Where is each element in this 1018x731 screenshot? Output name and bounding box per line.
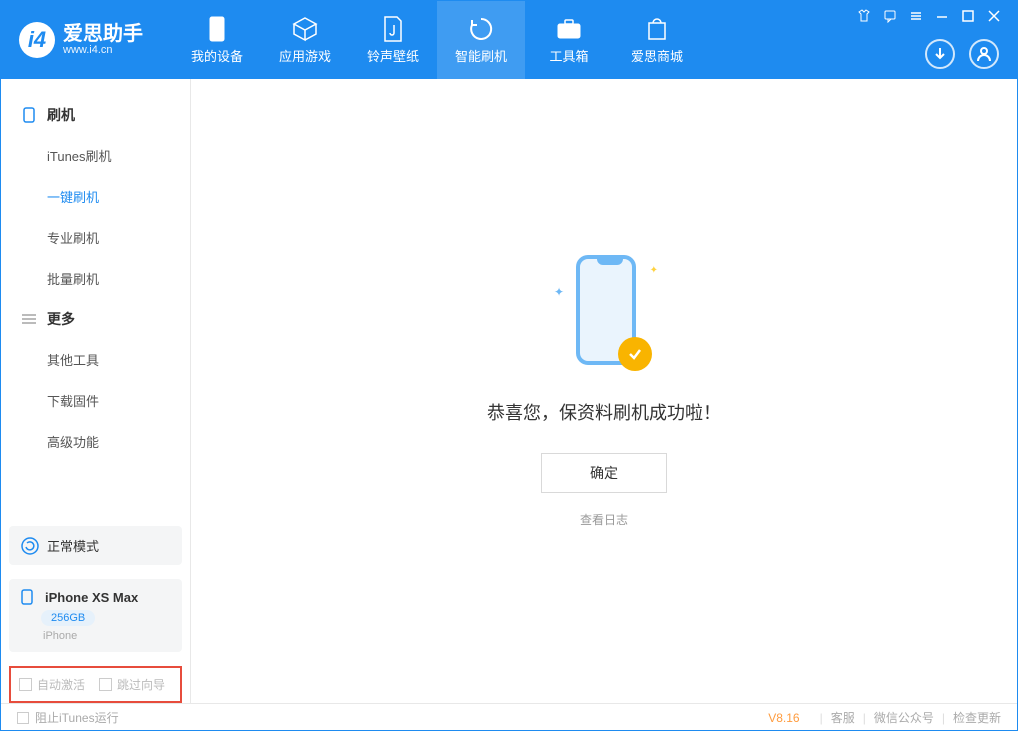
nav-tabs: 我的设备 应用游戏 铃声壁纸 智能刷机 工具箱 爱思商城 (173, 1, 701, 79)
tab-smart-flash[interactable]: 智能刷机 (437, 1, 525, 79)
checkbox-label: 跳过向导 (117, 676, 165, 693)
checkbox-icon (17, 712, 29, 724)
tab-toolbox[interactable]: 工具箱 (525, 1, 613, 79)
check-badge-icon (618, 337, 652, 371)
version-label: V8.16 (768, 711, 799, 725)
sidebar-item-itunes-flash[interactable]: iTunes刷机 (1, 135, 190, 176)
feedback-icon[interactable] (881, 7, 899, 25)
refresh-circle-icon (21, 537, 39, 555)
logo-section: i4 爱思助手 www.i4.cn (19, 22, 143, 58)
status-bar: 阻止iTunes运行 V8.16 | 客服 | 微信公众号 | 检查更新 (1, 703, 1017, 731)
phone-small-icon (21, 589, 37, 605)
status-text: 正常模式 (47, 536, 99, 555)
tab-apps-games[interactable]: 应用游戏 (261, 1, 349, 79)
view-log-link[interactable]: 查看日志 (580, 511, 628, 528)
sidebar-section-more[interactable]: 更多 (1, 299, 190, 339)
sidebar: 刷机 iTunes刷机 一键刷机 专业刷机 批量刷机 更多 其他工具 下载固件 … (1, 79, 191, 703)
device-storage-badge: 256GB (41, 610, 95, 626)
refresh-shield-icon (468, 16, 494, 42)
section-title: 更多 (47, 309, 75, 329)
tab-my-device[interactable]: 我的设备 (173, 1, 261, 79)
device-icon (204, 16, 230, 42)
section-title: 刷机 (47, 105, 75, 125)
checkbox-icon (19, 678, 32, 691)
checkbox-label: 自动激活 (37, 676, 85, 693)
maximize-button[interactable] (959, 7, 977, 25)
music-file-icon (380, 16, 406, 42)
footer-link-support[interactable]: 客服 (831, 709, 855, 726)
tab-label: 我的设备 (191, 46, 243, 65)
minimize-button[interactable] (933, 7, 951, 25)
tshirt-icon[interactable] (855, 7, 873, 25)
main-content: ✦ ✦ 恭喜您，保资料刷机成功啦！ 确定 查看日志 (191, 79, 1017, 703)
sparkle-icon: ✦ (554, 285, 564, 299)
header-circle-buttons (925, 39, 999, 69)
sidebar-item-oneclick-flash[interactable]: 一键刷机 (1, 176, 190, 217)
checkbox-icon (99, 678, 112, 691)
footer-link-update[interactable]: 检查更新 (953, 709, 1001, 726)
sidebar-item-advanced[interactable]: 高级功能 (1, 421, 190, 462)
app-logo-icon: i4 (19, 22, 55, 58)
flash-options-row: 自动激活 跳过向导 (9, 666, 182, 703)
download-button[interactable] (925, 39, 955, 69)
sparkle-icon: ✦ (650, 265, 658, 276)
app-title: 爱思助手 (63, 24, 143, 44)
app-subtitle: www.i4.cn (63, 44, 143, 56)
device-name: iPhone XS Max (45, 590, 138, 605)
success-message: 恭喜您，保资料刷机成功啦！ (487, 399, 721, 425)
list-icon (21, 311, 37, 327)
menu-icon[interactable] (907, 7, 925, 25)
tab-store[interactable]: 爱思商城 (613, 1, 701, 79)
phone-icon (21, 107, 37, 123)
block-itunes-label: 阻止iTunes运行 (35, 709, 119, 726)
ok-button[interactable]: 确定 (541, 453, 667, 493)
close-button[interactable] (985, 7, 1003, 25)
device-card[interactable]: iPhone XS Max 256GB iPhone (9, 579, 182, 652)
tab-label: 爱思商城 (631, 46, 683, 65)
cube-icon (292, 16, 318, 42)
tab-label: 智能刷机 (455, 46, 507, 65)
block-itunes-checkbox[interactable]: 阻止iTunes运行 (17, 709, 119, 726)
tab-label: 应用游戏 (279, 46, 331, 65)
header-bar: i4 爱思助手 www.i4.cn 我的设备 应用游戏 铃声壁纸 智能刷机 工具… (1, 1, 1017, 79)
window-controls (855, 7, 1003, 25)
sidebar-item-download-firmware[interactable]: 下载固件 (1, 380, 190, 421)
checkbox-skip-guide[interactable]: 跳过向导 (99, 676, 165, 693)
tab-label: 铃声壁纸 (367, 46, 419, 65)
toolbox-icon (556, 16, 582, 42)
footer-link-wechat[interactable]: 微信公众号 (874, 709, 934, 726)
checkbox-auto-activate[interactable]: 自动激活 (19, 676, 85, 693)
tab-label: 工具箱 (549, 46, 588, 65)
shopping-bag-icon (644, 16, 670, 42)
sidebar-item-other-tools[interactable]: 其他工具 (1, 339, 190, 380)
success-illustration: ✦ ✦ (554, 255, 654, 375)
device-type: iPhone (43, 630, 170, 642)
tab-ringtones-wallpapers[interactable]: 铃声壁纸 (349, 1, 437, 79)
sidebar-section-flash[interactable]: 刷机 (1, 95, 190, 135)
user-account-button[interactable] (969, 39, 999, 69)
sidebar-item-batch-flash[interactable]: 批量刷机 (1, 258, 190, 299)
mode-status-card[interactable]: 正常模式 (9, 526, 182, 565)
sidebar-item-pro-flash[interactable]: 专业刷机 (1, 217, 190, 258)
